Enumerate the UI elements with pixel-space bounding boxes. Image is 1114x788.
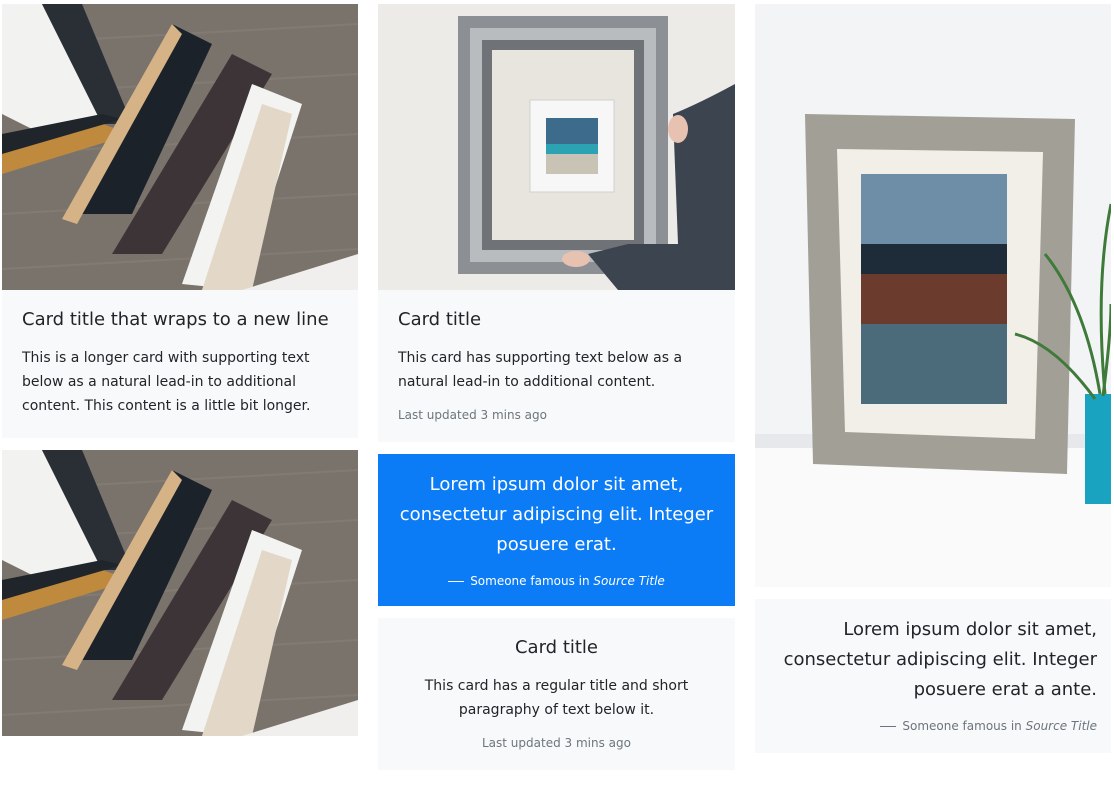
quote-footer: Someone famous in Source Title	[775, 719, 1097, 733]
card-image-painting	[755, 4, 1111, 587]
last-updated: Last updated 3 mins ago	[398, 408, 547, 422]
quote-source: Source Title	[1025, 719, 1097, 733]
quote-author: Someone famous in	[902, 719, 1022, 733]
quote-text: Lorem ipsum dolor sit amet, consectetur …	[783, 619, 1097, 700]
blockquote: Lorem ipsum dolor sit amet, consectetur …	[378, 454, 735, 606]
dash-icon	[880, 726, 897, 727]
card-body: Card title This card has supporting text…	[378, 290, 735, 442]
quote-footer: Someone famous in Source Title	[398, 574, 715, 588]
column-middle: Card title This card has supporting text…	[378, 4, 735, 782]
column-left: Card title that wraps to a new line This…	[2, 4, 358, 748]
card-text: This is a longer card with supporting te…	[22, 350, 311, 414]
card-text-only: Card title This card has a regular title…	[378, 618, 735, 770]
quote-text: Lorem ipsum dolor sit amet, consectetur …	[399, 474, 714, 555]
card-image-frame-corners	[2, 450, 358, 736]
blockquote: Lorem ipsum dolor sit amet, consectetur …	[755, 599, 1111, 753]
column-right: Lorem ipsum dolor sit amet, consectetur …	[755, 4, 1111, 765]
dash-icon	[448, 581, 465, 582]
card-title: Card title	[398, 309, 482, 330]
card-text: This card has supporting text below as a…	[398, 350, 683, 390]
quote-author: Someone famous in	[470, 574, 590, 588]
card-text: This card has a regular title and short …	[424, 678, 689, 718]
last-updated: Last updated 3 mins ago	[482, 736, 631, 750]
card-body: Card title This card has a regular title…	[378, 618, 735, 770]
quote-card-right: Lorem ipsum dolor sit amet, consectetur …	[755, 599, 1111, 753]
card-image-silver-frame	[378, 4, 735, 290]
card-frames-wrap: Card title that wraps to a new line This…	[2, 4, 358, 438]
card-title: Card title	[514, 637, 599, 658]
card-image-only	[2, 450, 358, 736]
quote-source: Source Title	[593, 574, 665, 588]
card-title: Card title that wraps to a new line	[22, 309, 329, 330]
card-body: Card title that wraps to a new line This…	[2, 290, 358, 438]
card-image-framed-painting	[755, 4, 1111, 587]
card-image-frame-corners	[2, 4, 358, 290]
quote-card-primary: Lorem ipsum dolor sit amet, consectetur …	[378, 454, 735, 606]
card-frame-wall: Card title This card has supporting text…	[378, 4, 735, 442]
